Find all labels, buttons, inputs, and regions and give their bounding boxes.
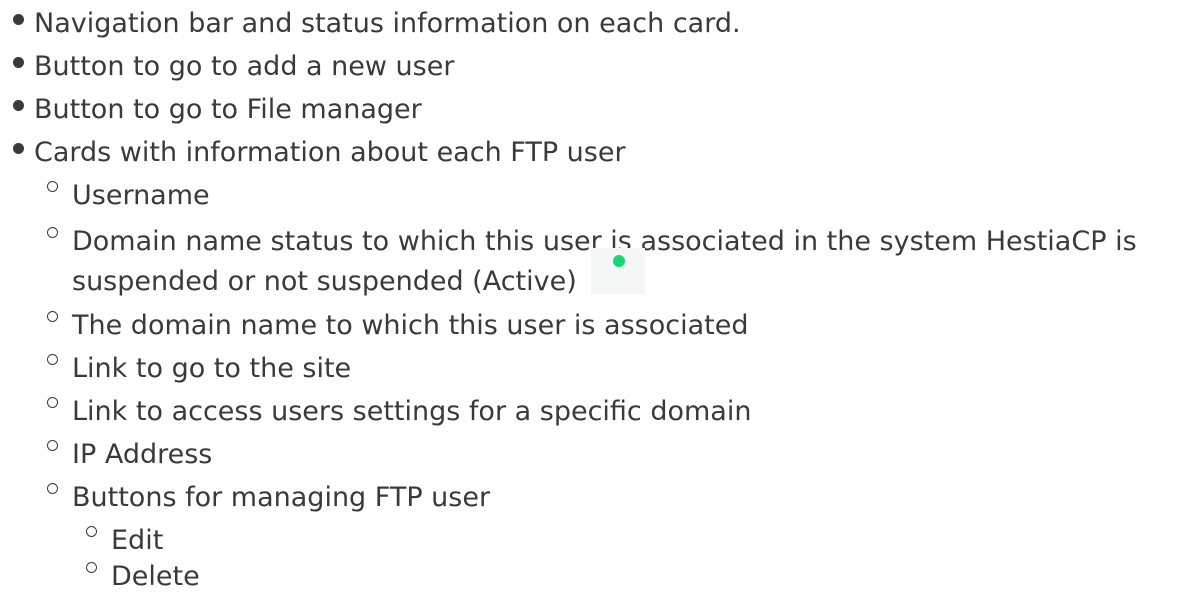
sublist-item-text: The domain name to which this user is as… [72,310,749,341]
sublist-item-text: Link to go to the site [72,353,352,384]
circle-bullet-icon [47,354,58,365]
circle-bullet-icon [86,526,97,537]
sublist-item-text: suspended or not suspended (Active) [72,266,577,297]
subsublist-item-text: Delete [111,561,200,592]
circle-bullet-icon [47,483,58,494]
sublist-item-text: Link to access users settings for a spec… [72,396,752,427]
circle-bullet-icon [47,311,58,322]
list-item-text: Navigation bar and status information on… [34,8,741,39]
circle-bullet-icon [47,227,58,238]
list-item-text: Button to go to add a new user [34,51,455,82]
sublist-item-text: IP Address [72,439,213,470]
circle-bullet-icon [47,181,58,192]
disc-bullet-icon [13,14,24,25]
status-dot-icon [613,255,625,267]
sublist-item-text: Buttons for managing FTP user [72,482,491,513]
list-item-text: Button to go to File manager [34,94,422,125]
list-item-text: Cards with information about each FTP us… [34,137,626,168]
circle-bullet-icon [47,397,58,408]
sublist-item-text: Username [72,180,210,211]
circle-bullet-icon [47,440,58,451]
disc-bullet-icon [13,100,24,111]
status-indicator [591,248,645,294]
circle-bullet-icon [86,562,97,573]
disc-bullet-icon [13,143,24,154]
disc-bullet-icon [13,57,24,68]
